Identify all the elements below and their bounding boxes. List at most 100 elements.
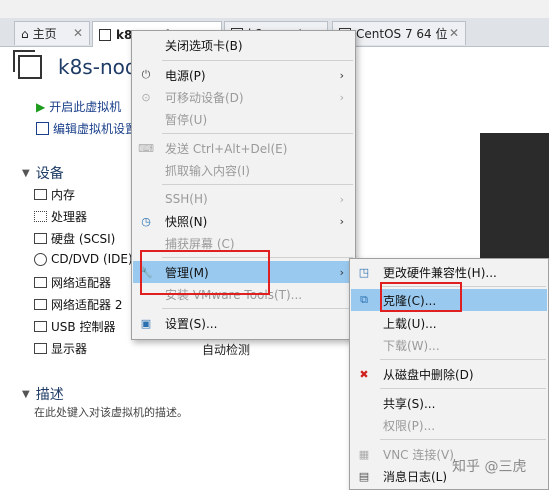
device-name: 显示器 [51, 342, 88, 356]
cd-icon [34, 252, 47, 266]
edit-settings-icon [36, 122, 49, 135]
menu-item-label: 暂停(U) [165, 112, 208, 127]
menu-item-label: 电源(P) [165, 68, 206, 83]
menu-divider [162, 133, 353, 134]
menu-item-close-tab[interactable]: 关闭选项卡(B) [133, 34, 354, 56]
menu-item-label: 可移动设备(D) [165, 90, 244, 105]
menu-item-snapshot[interactable]: ◷ 快照(N) › [133, 210, 354, 232]
play-icon: ▶ [36, 99, 46, 114]
menu-divider [162, 308, 353, 309]
device-name: CD/DVD (IDE) [51, 252, 133, 266]
close-icon[interactable]: ✕ [73, 26, 83, 40]
submenu-item-share[interactable]: 共享(S)... [351, 392, 547, 414]
toolbar [0, 0, 549, 18]
tab-home[interactable]: ⌂ 主页 ✕ [14, 21, 90, 45]
device-name: 网络适配器 2 [51, 298, 123, 312]
collapse-triangle-icon: ▼ [22, 167, 30, 179]
memory-icon [34, 189, 47, 200]
menu-item-label: 权限(P)... [383, 418, 436, 433]
annotation-box-clone [380, 282, 462, 312]
monitor-icon [34, 343, 47, 354]
device-row-harddisk[interactable]: 硬盘 (SCSI) [34, 230, 115, 247]
keyboard-icon: ⌨ [138, 141, 154, 155]
description-title: 描述 [35, 387, 64, 403]
device-name: 硬盘 (SCSI) [51, 232, 116, 246]
submenu-arrow-icon: › [339, 265, 344, 279]
network-adapter-icon [34, 277, 47, 288]
vm-icon [13, 50, 42, 79]
delete-icon: ✖ [359, 367, 369, 381]
device-row-cdrom[interactable]: CD/DVD (IDE) [34, 252, 133, 266]
menu-item-label: 上载(U)... [383, 316, 437, 331]
device-row-network2[interactable]: 网络适配器 2 [34, 296, 122, 313]
menu-divider [380, 359, 546, 360]
menu-item-settings[interactable]: ▣ 设置(S)... [133, 312, 354, 334]
menu-item-label: 消息日志(L) [383, 469, 448, 484]
menu-item-label: SSH(H) [165, 192, 208, 206]
menu-item-label: 关闭选项卡(B) [165, 38, 243, 53]
usb-icon [34, 321, 47, 332]
device-name: USB 控制器 [51, 320, 116, 334]
display-value: 自动检测 [202, 343, 251, 357]
menu-item-send-ctrl-alt-del[interactable]: ⌨ 发送 Ctrl+Alt+Del(E) [133, 137, 354, 159]
description-section-header[interactable]: ▼ 描述 [22, 384, 64, 404]
submenu-item-change-hardware-compat[interactable]: ◳ 更改硬件兼容性(H)... [351, 261, 547, 283]
menu-item-removable-devices[interactable]: ⊙ 可移动设备(D) › [133, 86, 354, 108]
device-name: 内存 [51, 188, 76, 202]
menu-item-ssh[interactable]: SSH(H) › [133, 188, 354, 210]
submenu-item-download[interactable]: 下载(W)... [351, 334, 547, 356]
start-vm-link[interactable]: ▶ 开启此虚拟机 [36, 98, 121, 115]
menu-item-label: 更改硬件兼容性(H)... [383, 265, 497, 280]
submenu-item-permissions[interactable]: 权限(P)... [351, 414, 547, 436]
collapse-triangle-icon: ▼ [22, 388, 30, 400]
edit-vm-label: 编辑虚拟机设置 [53, 122, 138, 136]
network-adapter-icon [34, 299, 47, 310]
processor-icon [34, 211, 47, 222]
devices-title: 设备 [35, 166, 64, 182]
device-row-network[interactable]: 网络适配器 [34, 274, 111, 291]
menu-item-label: 下载(W)... [383, 338, 440, 353]
tab-label: CentOS 7 64 位 [356, 27, 448, 41]
menu-item-label: 从磁盘中删除(D) [383, 367, 474, 382]
submenu-item-upload[interactable]: 上载(U)... [351, 312, 547, 334]
vm-tab-icon [99, 28, 111, 41]
menu-item-grab-input[interactable]: 抓取输入内容(I) [133, 159, 354, 181]
menu-item-power[interactable]: ⏻ 电源(P) › [133, 64, 354, 86]
clone-icon: ⧉ [360, 293, 368, 306]
menu-divider [162, 184, 353, 185]
submenu-item-delete-from-disk[interactable]: ✖ 从磁盘中删除(D) [351, 363, 547, 385]
menu-item-label: VNC 连接(V) [383, 447, 454, 462]
menu-item-label: 共享(S)... [383, 396, 436, 411]
vm-screen-preview[interactable] [480, 133, 549, 258]
home-icon: ⌂ [21, 26, 29, 41]
menu-divider [380, 388, 546, 389]
tab-label: 主页 [32, 27, 57, 41]
edit-vm-settings-link[interactable]: 编辑虚拟机设置 [36, 120, 137, 137]
device-row-processor[interactable]: 处理器 [34, 208, 87, 225]
removable-device-icon: ⊙ [141, 90, 151, 104]
menu-item-label: 发送 Ctrl+Alt+Del(E) [165, 141, 288, 156]
device-row-memory[interactable]: 内存 [34, 186, 75, 203]
close-icon[interactable]: ✕ [449, 26, 459, 40]
device-row-usb[interactable]: USB 控制器 [34, 318, 115, 335]
submenu-arrow-icon: › [339, 214, 344, 228]
menu-item-label: 设置(S)... [165, 316, 218, 331]
description-placeholder[interactable]: 在此处键入对该虚拟机的描述。 [34, 404, 188, 420]
settings-icon: ▣ [140, 316, 152, 330]
annotation-box-manage [140, 250, 270, 295]
vnc-icon: ▦ [358, 447, 370, 461]
watermark: 知乎 @三虎 [452, 459, 527, 475]
message-log-icon: ▤ [358, 469, 370, 483]
menu-item-label: 捕获屏幕 (C) [165, 236, 235, 251]
start-vm-label: 开启此虚拟机 [49, 100, 122, 114]
menu-item-pause[interactable]: 暂停(U) [133, 108, 354, 130]
device-row-display[interactable]: 显示器 [34, 340, 87, 357]
hardware-compat-icon: ◳ [358, 265, 370, 279]
devices-section-header[interactable]: ▼ 设备 [22, 163, 64, 183]
menu-item-label: 快照(N) [165, 214, 208, 229]
snapshot-clock-icon: ◷ [141, 214, 151, 228]
menu-divider [380, 439, 546, 440]
menu-item-label: 抓取输入内容(I) [165, 163, 250, 178]
submenu-arrow-icon: › [339, 90, 344, 104]
submenu-arrow-icon: › [339, 68, 344, 82]
